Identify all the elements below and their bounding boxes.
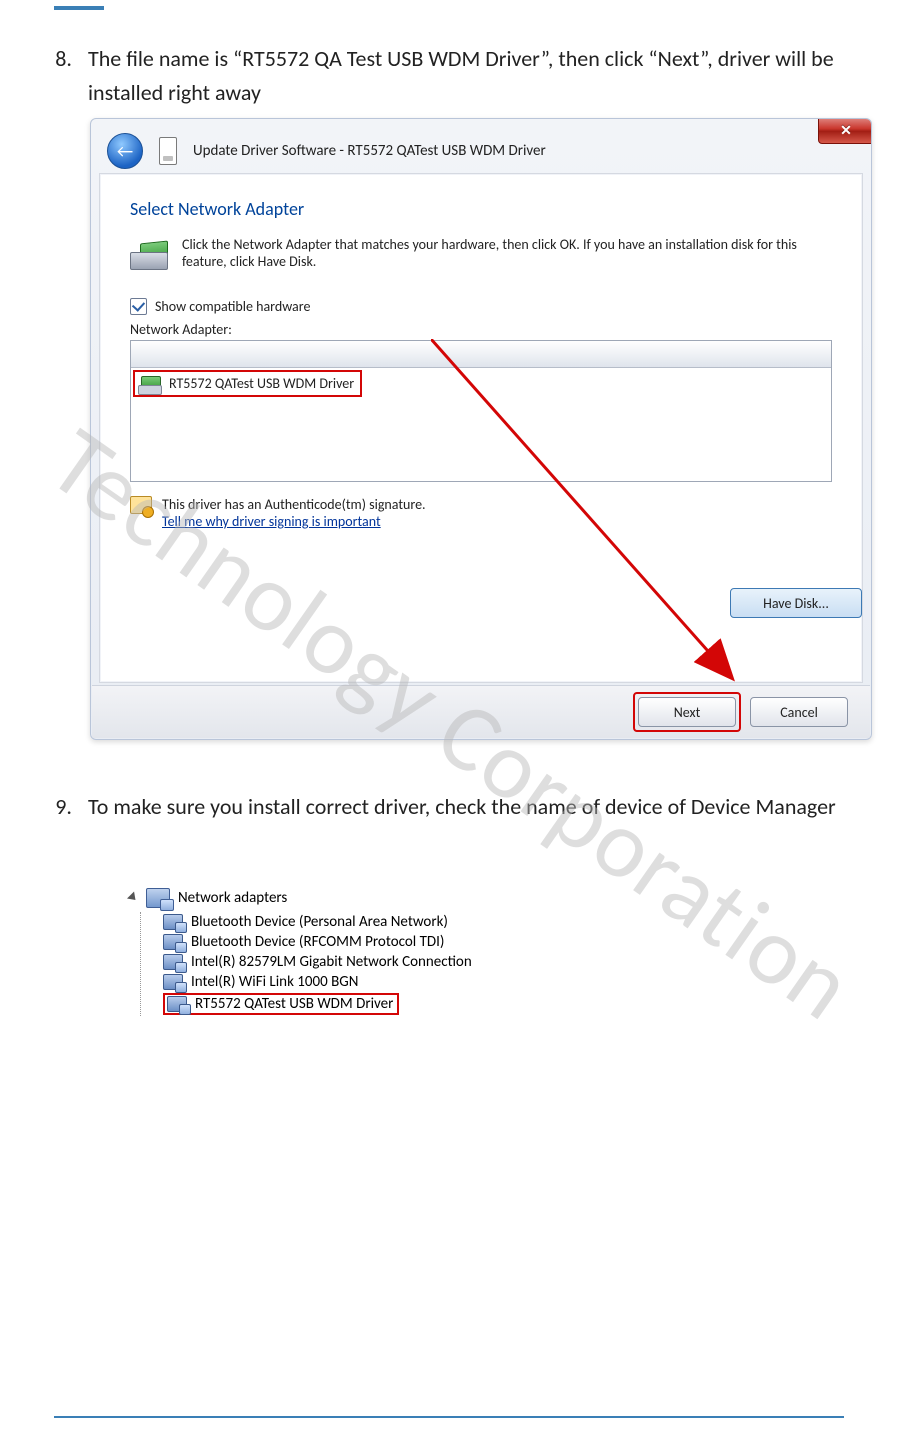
next-button[interactable]: Next bbox=[638, 697, 736, 727]
instruction-text: Click the Network Adapter that matches y… bbox=[182, 236, 832, 270]
tree-item-label: Intel(R) WiFi Link 1000 BGN bbox=[191, 973, 358, 991]
page-top-rule bbox=[54, 6, 104, 10]
step-9-text: To make sure you install correct driver,… bbox=[88, 790, 844, 824]
arrow-left-icon: ← bbox=[117, 140, 133, 162]
adapter-list-label: Network Adapter: bbox=[130, 321, 832, 338]
tree-item[interactable]: Bluetooth Device (Personal Area Network) bbox=[163, 912, 472, 932]
tree-item[interactable]: Intel(R) 82579LM Gigabit Network Connect… bbox=[163, 952, 472, 972]
tree-item[interactable]: Intel(R) WiFi Link 1000 BGN bbox=[163, 972, 472, 992]
step-8-number: 8. bbox=[54, 42, 72, 76]
adapter-list-header bbox=[131, 341, 831, 368]
tree-item-label: Bluetooth Device (RFCOMM Protocol TDI) bbox=[191, 933, 444, 951]
checkbox-icon bbox=[130, 298, 147, 315]
signing-help-link[interactable]: Tell me why driver signing is important bbox=[162, 513, 381, 530]
update-driver-dialog: ✕ ← Update Driver Software - RT5572 QATe… bbox=[90, 118, 870, 738]
step-9-number: 9. bbox=[54, 790, 72, 824]
device-icon bbox=[159, 137, 177, 165]
network-adapter-icon bbox=[163, 954, 183, 970]
tree-item-label: Intel(R) 82579LM Gigabit Network Connect… bbox=[191, 953, 472, 971]
tree-item-label: Bluetooth Device (Personal Area Network) bbox=[191, 913, 448, 931]
back-button[interactable]: ← bbox=[107, 133, 143, 169]
network-adapter-icon bbox=[167, 996, 187, 1012]
network-adapters-icon bbox=[146, 888, 170, 908]
network-adapter-small-icon bbox=[141, 376, 161, 392]
show-compatible-checkbox[interactable]: Show compatible hardware bbox=[130, 298, 832, 315]
network-adapter-icon bbox=[130, 236, 170, 270]
section-heading: Select Network Adapter bbox=[130, 198, 832, 220]
network-adapter-icon bbox=[163, 974, 183, 990]
adapter-name: RT5572 QATest USB WDM Driver bbox=[169, 375, 354, 392]
tree-node-network-adapters[interactable]: Network adapters bbox=[126, 888, 472, 908]
device-manager-tree: Network adapters Bluetooth Device (Perso… bbox=[126, 888, 472, 1016]
network-adapter-icon bbox=[163, 914, 183, 930]
step-8-text: The file name is “RT5572 QA Test USB WDM… bbox=[88, 42, 844, 110]
wizard-header: ← Update Driver Software - RT5572 QATest… bbox=[107, 133, 855, 169]
wizard-title: Update Driver Software - RT5572 QATest U… bbox=[193, 142, 546, 160]
show-compatible-label: Show compatible hardware bbox=[155, 298, 310, 315]
tree-item-label: RT5572 QATest USB WDM Driver bbox=[195, 995, 393, 1013]
network-adapter-icon bbox=[163, 934, 183, 950]
step-8: 8. The file name is “RT5572 QA Test USB … bbox=[54, 42, 844, 110]
tree-item-highlighted[interactable]: RT5572 QATest USB WDM Driver bbox=[163, 992, 472, 1016]
tree-children: Bluetooth Device (Personal Area Network)… bbox=[140, 912, 472, 1016]
tree-item[interactable]: Bluetooth Device (RFCOMM Protocol TDI) bbox=[163, 932, 472, 952]
signature-text: This driver has an Authenticode(tm) sign… bbox=[162, 496, 426, 513]
adapter-list-item[interactable]: RT5572 QATest USB WDM Driver bbox=[133, 370, 362, 397]
have-disk-button[interactable]: Have Disk... bbox=[730, 588, 862, 618]
certificate-icon bbox=[130, 496, 152, 514]
wizard-body: Select Network Adapter Click the Network… bbox=[99, 173, 863, 683]
cancel-button[interactable]: Cancel bbox=[750, 697, 848, 727]
page-bottom-rule bbox=[54, 1416, 844, 1418]
chevron-down-icon bbox=[126, 892, 138, 904]
adapter-list[interactable]: RT5572 QATest USB WDM Driver bbox=[130, 340, 832, 482]
network-adapters-label: Network adapters bbox=[178, 889, 287, 907]
wizard-footer: Next Cancel bbox=[92, 685, 870, 738]
step-9: 9. To make sure you install correct driv… bbox=[54, 790, 844, 824]
